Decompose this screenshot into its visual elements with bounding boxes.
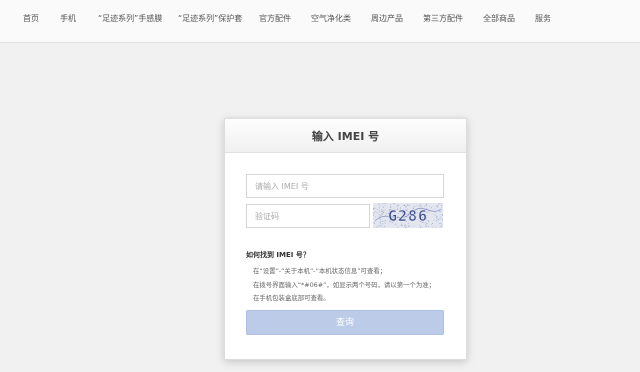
- captcha-image[interactable]: G286: [373, 203, 443, 228]
- card-header: 输入 IMEI 号: [225, 119, 466, 153]
- captcha-text: G286: [388, 207, 428, 225]
- imei-input[interactable]: [246, 174, 444, 198]
- help-line: 在拨号界面输入“*#06#”，如显示两个号码，请以第一个为准；: [253, 281, 436, 289]
- nav-item-official-accessories[interactable]: 官方配件: [259, 13, 291, 24]
- nav-item-third-party-accessories[interactable]: 第三方配件: [423, 13, 463, 24]
- nav-item-home[interactable]: 首页: [23, 13, 39, 24]
- imei-query-card: 输入 IMEI 号 G286 如何找到 IMEI 号？ 在“设置”-“关于本机”…: [224, 118, 467, 360]
- nav-item-footprint-film[interactable]: “足迹系列”手感膜: [98, 13, 162, 24]
- help-title: 如何找到 IMEI 号？: [246, 251, 310, 259]
- captcha-input[interactable]: [246, 204, 370, 228]
- card-title: 输入 IMEI 号: [311, 130, 380, 143]
- top-navigation: 首页 手机 “足迹系列”手感膜 “足迹系列”保护套 官方配件 空气净化类 周边产…: [0, 0, 640, 43]
- nav-item-services[interactable]: 服务: [535, 13, 551, 24]
- captcha-noise-graphic: G286: [373, 203, 443, 228]
- query-button[interactable]: 查询: [246, 310, 444, 335]
- nav-item-footprint-case[interactable]: “足迹系列”保护套: [178, 13, 242, 24]
- nav-item-air-purifiers[interactable]: 空气净化类: [311, 13, 351, 24]
- nav-item-peripherals[interactable]: 周边产品: [371, 13, 403, 24]
- nav-item-all-products[interactable]: 全部商品: [483, 13, 515, 24]
- help-line: 在“设置”-“关于本机”-“本机状态信息”可查看；: [253, 267, 387, 275]
- help-line: 在手机包装盒底部可查看。: [253, 294, 330, 302]
- nav-item-phones[interactable]: 手机: [60, 13, 76, 24]
